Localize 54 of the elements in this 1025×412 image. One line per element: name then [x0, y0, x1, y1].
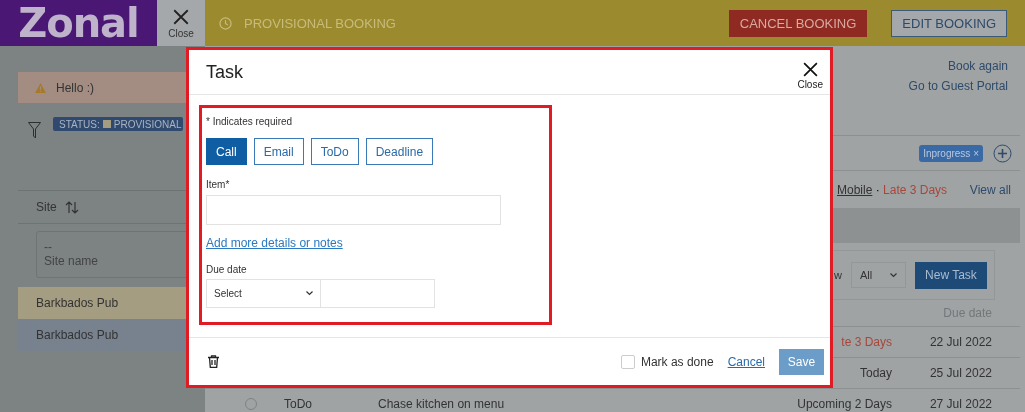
type-tab[interactable]: Call — [206, 138, 247, 165]
alert-text: Hello :) — [56, 80, 94, 95]
close-button[interactable]: Close — [797, 60, 823, 90]
edit-booking-button[interactable]: EDIT BOOKING — [891, 9, 1007, 37]
view-all-link[interactable]: View all — [969, 182, 1011, 197]
square-icon — [102, 120, 111, 128]
status-value: PROVISIONAL — [113, 118, 182, 130]
filter-label: w — [834, 269, 842, 281]
table-cell-text: 22 Jul 2022 — [928, 335, 992, 349]
table-cell: Chase kitchen on menu — [378, 397, 505, 411]
column-header: Site — [36, 200, 57, 214]
booking-status: PROVISIONAL BOOKING — [244, 15, 397, 31]
status-label: STATUS: — [59, 118, 100, 130]
details-link[interactable]: Add more details or notes — [206, 236, 343, 250]
required-note: * Indicates required — [206, 116, 294, 127]
table-cell: te 3 Days — [841, 335, 892, 349]
field-value: -- — [44, 240, 53, 254]
filter-icon[interactable] — [28, 122, 41, 139]
field-label: Site name — [44, 254, 100, 268]
clock-icon — [219, 16, 232, 30]
sort-icon[interactable] — [64, 200, 79, 214]
dialog-title: Task — [206, 61, 243, 83]
table-cell: Upcoming 2 Days — [797, 397, 892, 411]
close-button[interactable]: Close — [157, 0, 205, 46]
warning-icon — [35, 82, 46, 93]
item-field[interactable] — [206, 195, 501, 225]
link[interactable]: Go to Guest Portal — [908, 79, 1008, 93]
close-icon — [801, 60, 819, 78]
table-cell-text: ToDo — [284, 397, 313, 411]
cancel-link[interactable]: Cancel — [727, 354, 765, 369]
table-cell-text: 27 Jul 2022 — [928, 397, 992, 411]
caret-icon — [889, 272, 897, 278]
caret-icon — [306, 291, 313, 296]
checkbox-label: Mark as done — [640, 354, 714, 369]
status-tag[interactable]: Inprogress × — [919, 144, 983, 162]
field-label: Item* — [206, 179, 231, 190]
booking-summary: Mobile · Late 3 Days — [837, 182, 948, 197]
type-tab[interactable]: Deadline — [365, 138, 434, 165]
close-icon — [172, 7, 190, 26]
add-icon[interactable] — [993, 143, 1012, 163]
cancel-booking-button[interactable]: CANCEL BOOKING — [728, 9, 868, 37]
date-field[interactable] — [321, 279, 435, 308]
table-cell: Today — [859, 366, 892, 380]
type-tab[interactable]: Email — [253, 138, 304, 165]
new-task-button[interactable]: New Task — [914, 261, 987, 289]
logo: Zonal — [18, 0, 139, 46]
filter-select[interactable]: All — [850, 262, 906, 288]
table-cell-text: 25 Jul 2022 — [928, 366, 992, 380]
trash-icon[interactable] — [208, 355, 219, 368]
link[interactable]: Book again — [947, 59, 1008, 73]
checkbox[interactable] — [620, 354, 635, 369]
due-select[interactable]: Select — [206, 279, 321, 308]
field-label: Due date — [206, 264, 248, 275]
type-tab[interactable]: ToDo — [310, 138, 359, 165]
